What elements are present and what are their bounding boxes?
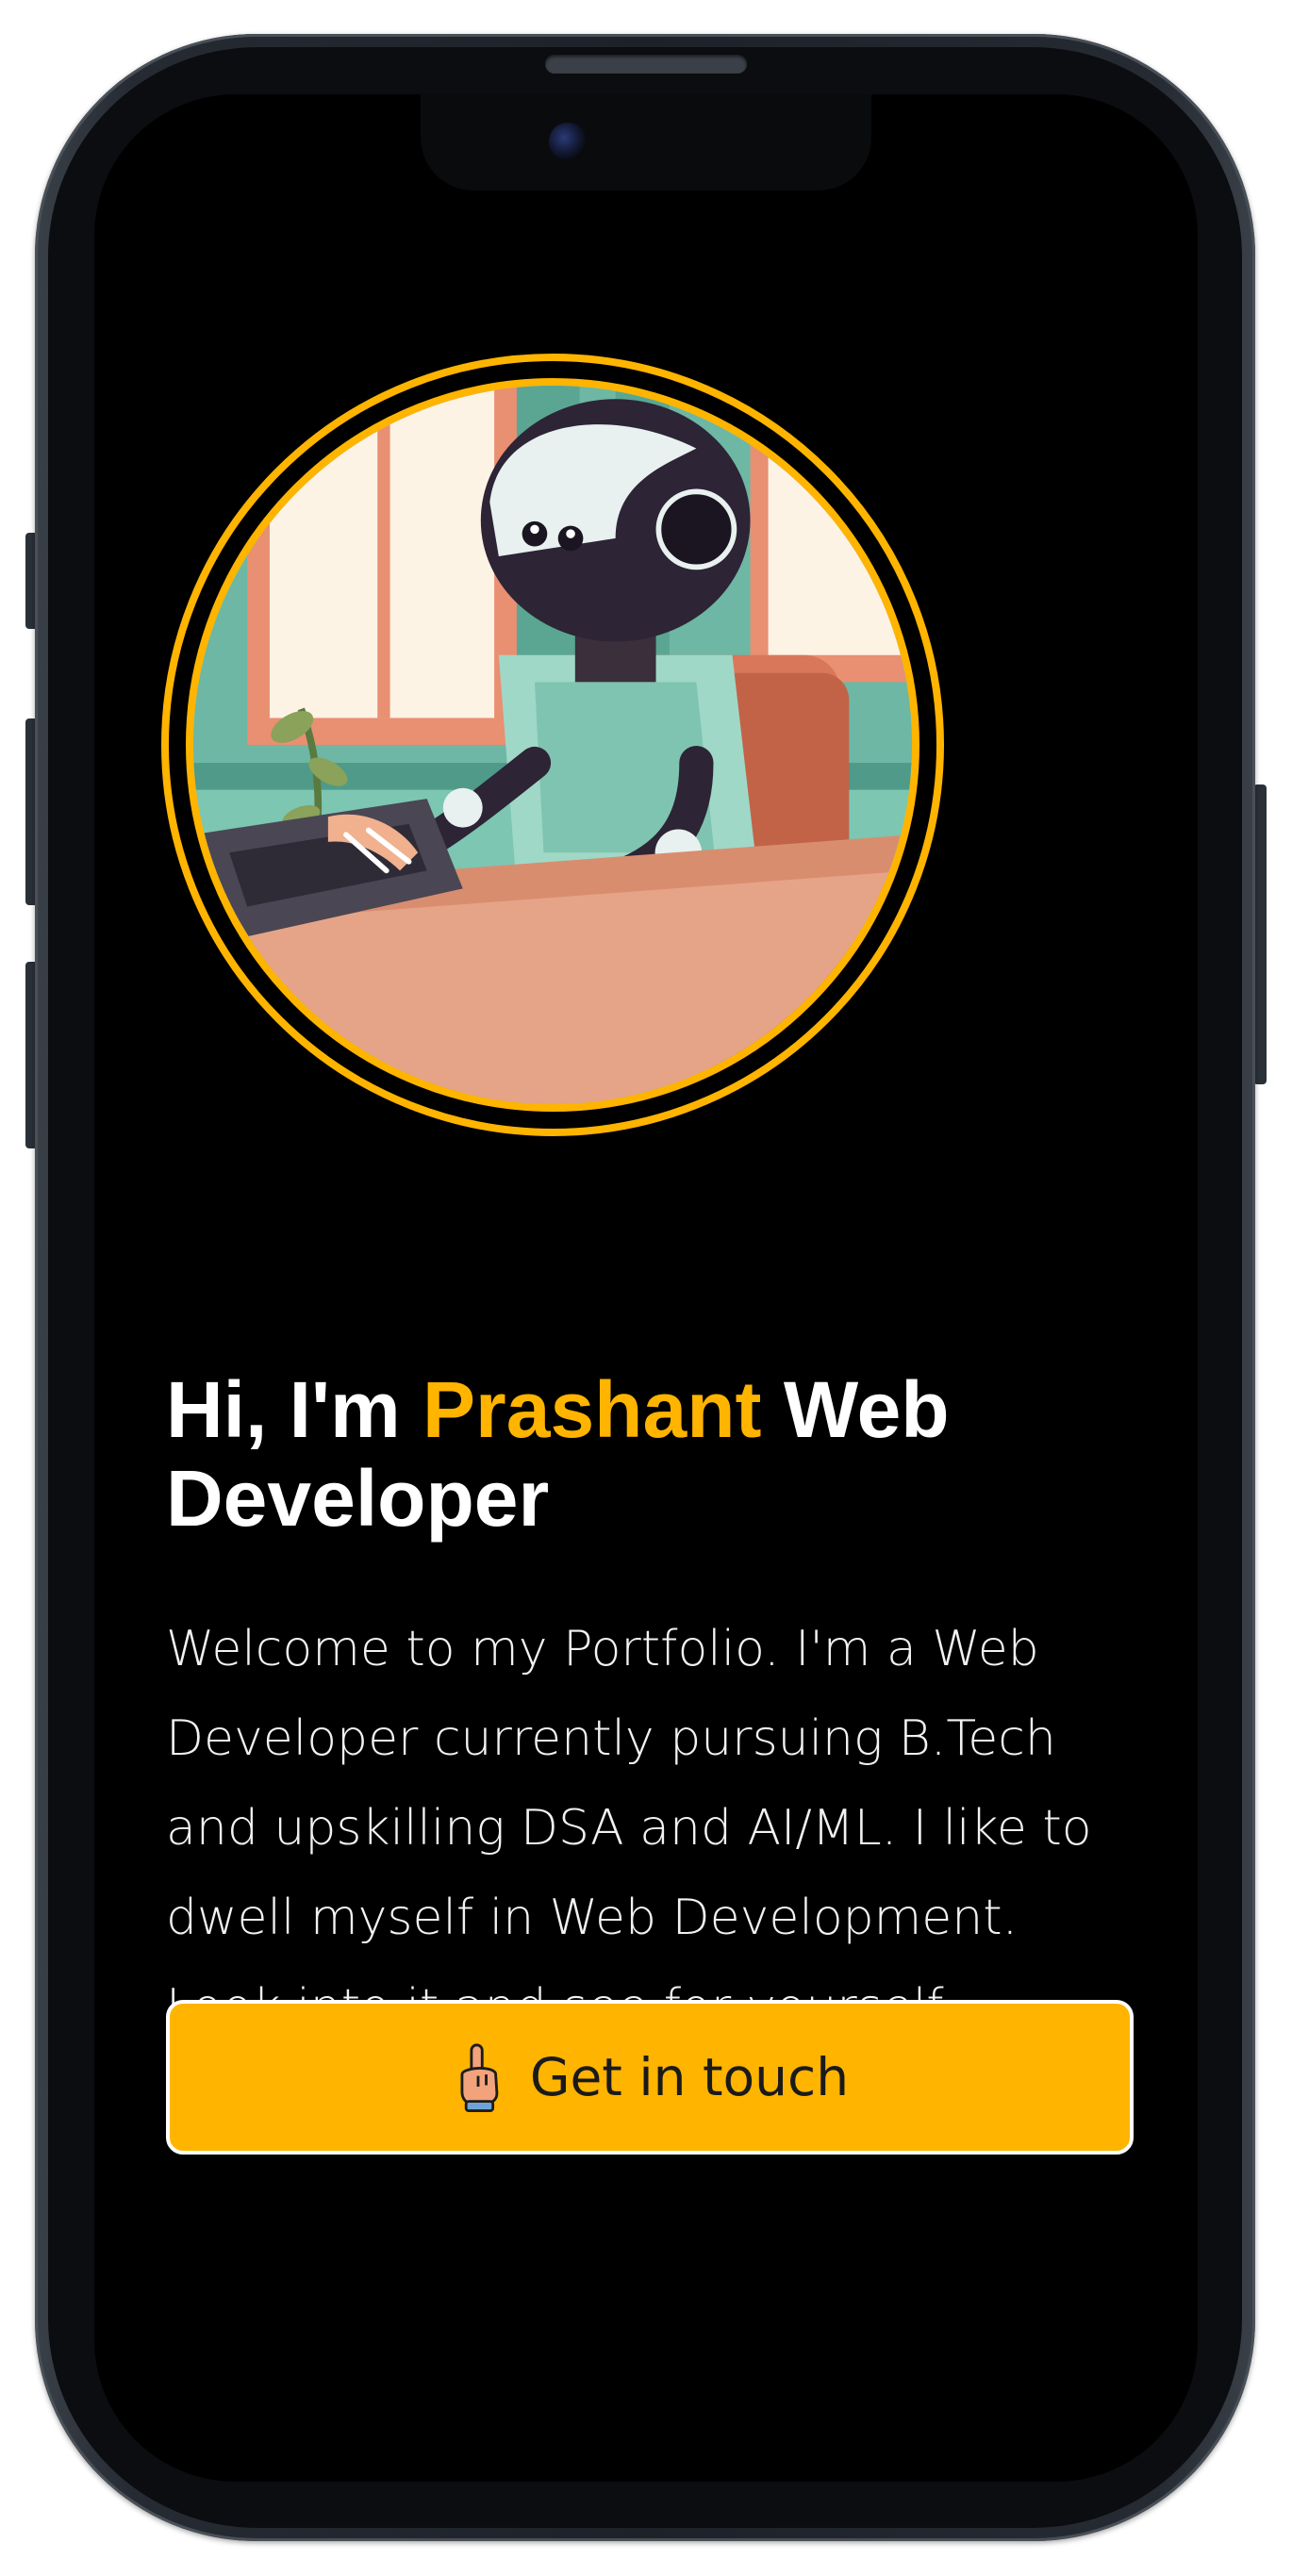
greeting-prefix: Hi, I'm — [166, 1365, 423, 1454]
hero-name: Prashant — [422, 1365, 762, 1454]
robot-avatar — [186, 378, 919, 1112]
hero-intro: Welcome to my Portfolio. I'm a Web Devel… — [166, 1621, 1092, 2036]
robot-at-laptop-illustration — [193, 386, 912, 1104]
get-in-touch-button[interactable]: Get in touch — [166, 2000, 1134, 2155]
power-button — [1253, 784, 1267, 1084]
hero-headline: Hi, I'm Prashant Web Developer — [166, 1365, 1166, 1543]
avatar-frame — [161, 354, 944, 1136]
phone-screen: Hi, I'm Prashant Web Developer Welcome t… — [94, 94, 1198, 2482]
earpiece-speaker — [545, 55, 747, 74]
camera-notch — [421, 94, 871, 190]
pointing-hand-icon — [460, 2043, 499, 2112]
cta-label: Get in touch — [529, 2047, 850, 2107]
front-camera-icon — [549, 123, 587, 160]
